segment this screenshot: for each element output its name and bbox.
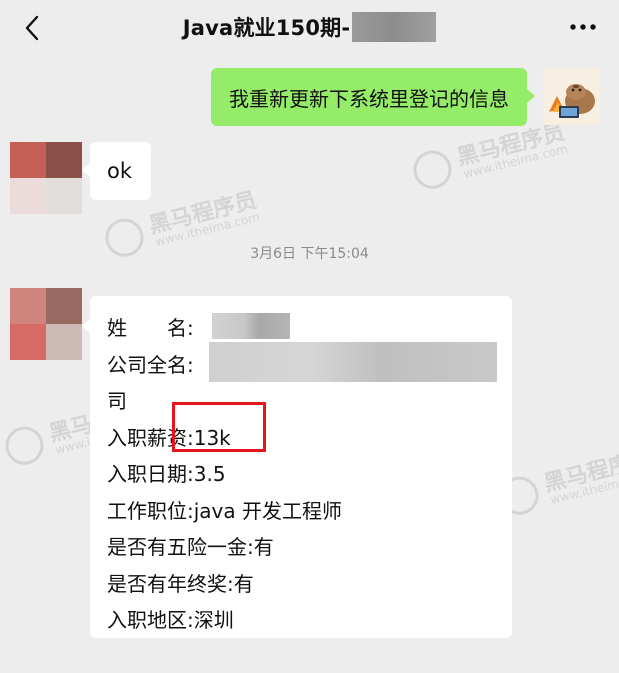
info-region-line: 入职地区:深圳 [107, 608, 234, 632]
ellipsis-icon [570, 24, 596, 30]
company-redaction [209, 342, 497, 382]
info-start-date-line: 入职日期:3.5 [107, 462, 226, 486]
contact-avatar[interactable] [10, 142, 82, 214]
name-redaction [212, 313, 290, 339]
title-redaction [352, 12, 437, 42]
ok-message-bubble[interactable]: ok [82, 142, 151, 200]
more-options-button[interactable] [565, 12, 601, 42]
self-message-text: 我重新更新下系统里登记的信息 [229, 86, 509, 111]
registration-info-bubble[interactable]: 姓 名: 公司全名: 司 入职薪资:13k 入职日期:3.5 工作职位:java… [82, 296, 512, 638]
info-company-line-cont: 司 [107, 389, 127, 413]
self-message-bubble[interactable]: 我重新更新下系统里登记的信息 [211, 68, 535, 126]
chat-area[interactable]: 黑马程序员 www.itheima.com 黑马程序员 www.itheima.co… [0, 56, 619, 673]
chat-title-wrap: Java就业150期- [0, 10, 619, 44]
ok-message-text: ok [107, 159, 133, 183]
info-insurance-line: 是否有五险一金:有 [107, 535, 274, 559]
message-timestamp: 3月6日 下午15:04 [250, 246, 369, 262]
chat-header: Java就业150期- [0, 0, 619, 56]
info-salary-line: 入职薪资:13k [107, 425, 231, 450]
self-avatar[interactable] [543, 68, 600, 125]
info-bonus-line: 是否有年终奖:有 [107, 571, 254, 596]
chat-title: Java就业150期- [182, 16, 351, 40]
capybara-avatar-icon [543, 68, 600, 125]
salary-highlight-box [172, 402, 266, 452]
info-position-line: 工作职位:java 开发工程师 [107, 498, 342, 523]
contact-avatar[interactable] [10, 288, 82, 360]
